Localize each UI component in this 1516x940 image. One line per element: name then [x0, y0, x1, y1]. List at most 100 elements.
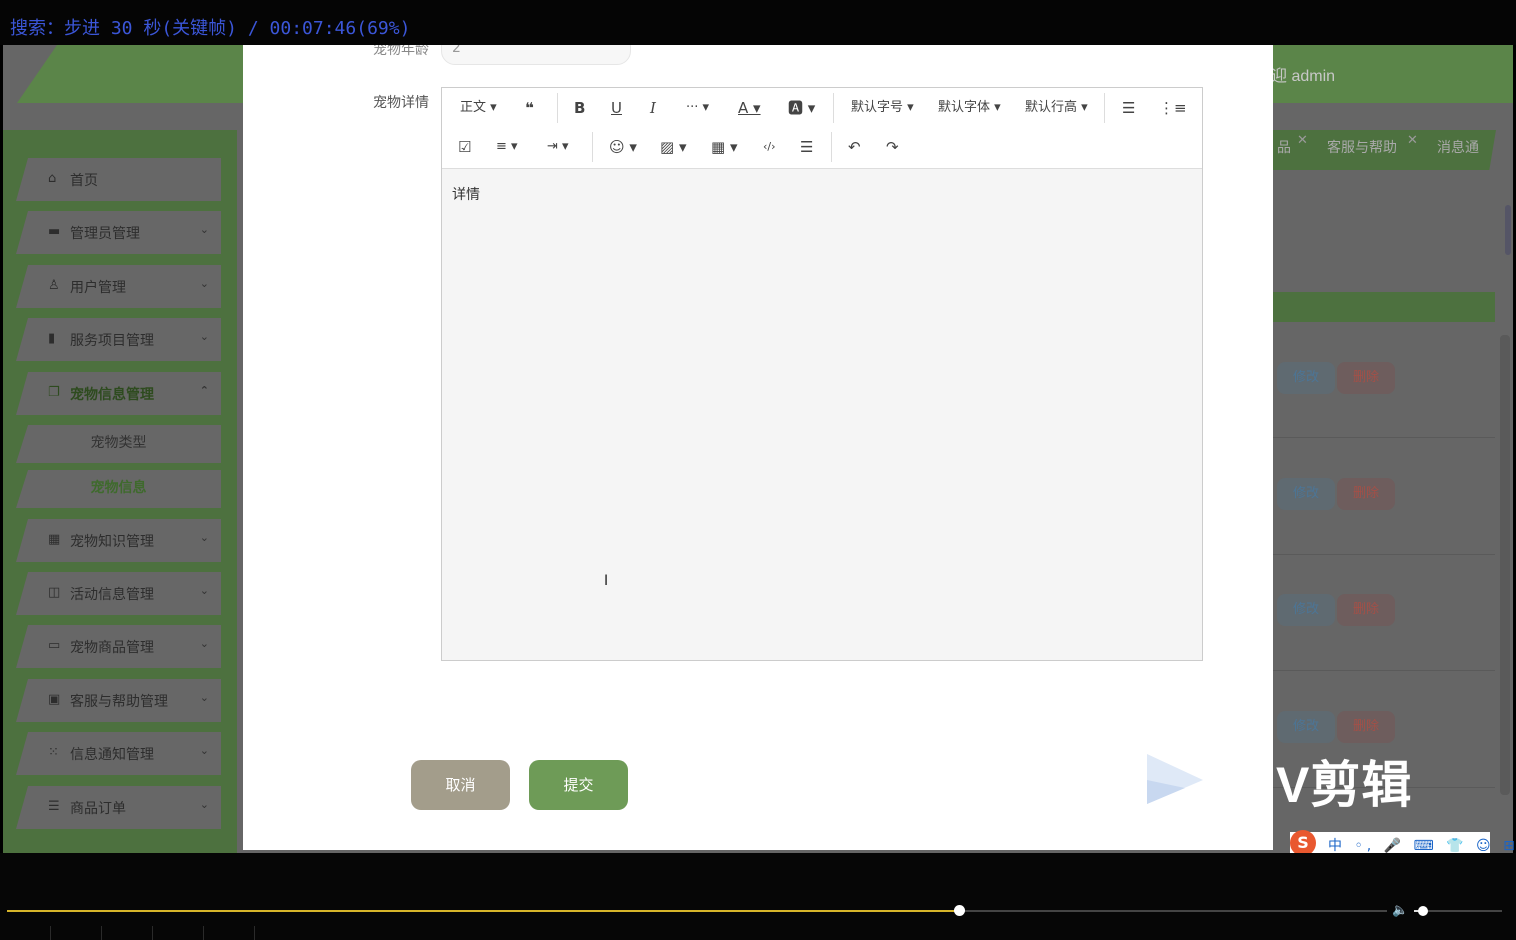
card-icon: ▬	[48, 224, 61, 239]
row-divider	[1273, 554, 1495, 555]
sidebar-item-activity[interactable]: ◫ 活动信息管理 ⌄	[16, 572, 221, 615]
submit-button[interactable]: 提交	[529, 760, 628, 810]
age-input[interactable]: 2	[441, 45, 631, 65]
divider-icon[interactable]: ☰	[800, 137, 813, 157]
sidebar-item-label: 首页	[70, 173, 98, 189]
sidebar-item-label: 管理员管理	[70, 226, 140, 242]
todo-icon[interactable]: ☑	[458, 137, 471, 157]
player-button-slot[interactable]	[101, 926, 152, 940]
volume-icon[interactable]: 🔈	[1392, 903, 1408, 918]
chevron-down-icon: ⌄	[199, 744, 209, 757]
table-icon[interactable]: ▦ ▾	[711, 137, 737, 157]
indent-icon[interactable]: ⇥ ▾	[547, 137, 569, 157]
sidebar-item-admin[interactable]: ▬ 管理员管理 ⌄	[16, 211, 221, 254]
undo-icon[interactable]: ↶	[848, 137, 861, 157]
detail-label: 宠物详情	[373, 95, 429, 111]
font-size-select[interactable]: 默认字号 ▾	[851, 98, 914, 118]
sidebar-item-users[interactable]: ♙ 用户管理 ⌄	[16, 265, 221, 308]
sidebar-item-label: 服务项目管理	[70, 333, 154, 349]
font-family-select[interactable]: 默认字体 ▾	[938, 98, 1001, 118]
apps-icon: ⁙	[48, 745, 59, 760]
tab-product[interactable]: 品	[1277, 137, 1291, 157]
row-divider	[1273, 437, 1495, 438]
sidebar-subitem-pet-type[interactable]: 宠物类型	[16, 425, 221, 463]
paragraph-select-label: 正文	[460, 100, 487, 115]
delete-button[interactable]: 删除	[1337, 362, 1395, 394]
edit-button[interactable]: 修改	[1277, 594, 1335, 626]
edit-button[interactable]: 修改	[1277, 478, 1335, 510]
chevron-down-icon: ⌄	[199, 637, 209, 650]
editor-toolbar: 正文 ▾ ❝ B U I ··· ▾ A ▾ 🅰 ▾ 默认字号 ▾ 默认字体 ▾…	[442, 88, 1202, 169]
more-style-icon[interactable]: ··· ▾	[686, 98, 709, 118]
vjianji-logo-icon	[1147, 754, 1203, 804]
sidebar-item-services[interactable]: ▮ 服务项目管理 ⌄	[16, 318, 221, 361]
editor-content[interactable]: 详情	[452, 184, 480, 204]
player-button-slot[interactable]	[254, 926, 305, 940]
osd-seek-text: 搜索：步进 30 秒(关键帧) / 00:07:46(69%)	[10, 18, 411, 39]
code-icon[interactable]: ‹/›	[763, 137, 776, 157]
sidebar-item-label: 宠物信息管理	[70, 387, 154, 403]
progress-fill	[7, 910, 960, 912]
edit-pet-dialog: 宠物年龄 2 宠物详情 正文 ▾ ❝ B U I ··· ▾ A ▾ 🅰 ▾ 默…	[243, 45, 1273, 850]
tab-help[interactable]: 客服与帮助	[1327, 137, 1397, 157]
player-button-slot[interactable]	[50, 926, 101, 940]
sidebar-item-orders[interactable]: ☰ 商品订单 ⌄	[16, 786, 221, 829]
bold-icon[interactable]: B	[574, 98, 585, 118]
sidebar-item-pet-info[interactable]: ❐ 宠物信息管理 ⌃	[16, 372, 221, 415]
sidebar-item-knowledge[interactable]: ▦ 宠物知识管理 ⌄	[16, 519, 221, 562]
volume-knob[interactable]	[1417, 906, 1428, 916]
tab-notice[interactable]: 消息通	[1437, 137, 1479, 157]
page-scrollbar[interactable]	[1500, 335, 1510, 795]
redo-icon[interactable]: ↷	[886, 137, 899, 157]
delete-button[interactable]: 删除	[1337, 478, 1395, 510]
row-divider	[1273, 670, 1495, 671]
text-cursor-icon: I	[604, 573, 609, 589]
underline-icon[interactable]: U	[611, 98, 622, 118]
edit-button[interactable]: 修改	[1277, 711, 1335, 743]
edit-button[interactable]: 修改	[1277, 362, 1335, 394]
background-color-icon[interactable]: 🅰 ▾	[788, 98, 815, 118]
emoji-icon[interactable]: ☺ ▾	[609, 137, 637, 157]
sidebar-item-goods[interactable]: ▭ 宠物商品管理 ⌄	[16, 625, 221, 668]
rich-text-editor[interactable]: 正文 ▾ ❝ B U I ··· ▾ A ▾ 🅰 ▾ 默认字号 ▾ 默认字体 ▾…	[441, 87, 1203, 661]
tab-close-icon[interactable]: ✕	[1297, 133, 1308, 148]
font-family-label: 默认字体	[938, 100, 991, 115]
chevron-up-icon: ⌃	[199, 384, 209, 397]
sidebar-item-home[interactable]: ⌂ 首页	[16, 158, 221, 201]
toolbar-separator	[557, 93, 558, 123]
cancel-button[interactable]: 取消	[411, 760, 510, 810]
table-header	[1273, 292, 1495, 322]
sidebar-item-help[interactable]: ▣ 客服与帮助管理 ⌄	[16, 679, 221, 722]
bullet-list-icon[interactable]: ☰	[1122, 98, 1135, 118]
toolbar-separator	[1104, 93, 1105, 123]
sidebar-item-label: 用户管理	[70, 280, 126, 296]
toolbar-separator	[592, 132, 593, 162]
image-insert-icon[interactable]: ▨ ▾	[660, 137, 686, 157]
page-scrollbar-thumb[interactable]	[1505, 205, 1511, 255]
player-button-slot[interactable]	[152, 926, 203, 940]
sidebar-item-label: 客服与帮助管理	[70, 694, 168, 710]
italic-icon[interactable]: I	[650, 98, 656, 118]
ime-status-icons[interactable]: 中 ◦, 🎤 ⌨ 👕 ☺ ⊞	[1328, 835, 1516, 855]
delete-button[interactable]: 删除	[1337, 711, 1395, 743]
justify-icon[interactable]: ≡ ▾	[496, 137, 518, 157]
box-icon: ▭	[48, 638, 61, 653]
user-icon: ♙	[48, 278, 60, 293]
chevron-down-icon: ⌄	[199, 798, 209, 811]
sidebar-item-notice[interactable]: ⁙ 信息通知管理 ⌄	[16, 732, 221, 775]
sidebar-item-label: 宠物商品管理	[70, 640, 154, 656]
numbered-list-icon[interactable]: ⋮≡	[1159, 98, 1187, 118]
tab-close-icon[interactable]: ✕	[1407, 133, 1418, 148]
player-button-slot[interactable]	[203, 926, 254, 940]
delete-button[interactable]: 删除	[1337, 594, 1395, 626]
sidebar-item-label: 活动信息管理	[70, 587, 154, 603]
sidebar-subitem-pet-info[interactable]: 宠物信息	[16, 470, 221, 508]
chevron-down-icon: ⌄	[199, 584, 209, 597]
paragraph-select[interactable]: 正文 ▾	[460, 98, 497, 118]
grid-icon: ▦	[48, 532, 61, 547]
quote-icon[interactable]: ❝	[525, 98, 534, 118]
chevron-down-icon: ⌄	[199, 223, 209, 236]
font-color-icon[interactable]: A ▾	[738, 98, 761, 118]
sidebar-item-label: 商品订单	[70, 801, 126, 817]
line-height-select[interactable]: 默认行高 ▾	[1025, 98, 1088, 118]
